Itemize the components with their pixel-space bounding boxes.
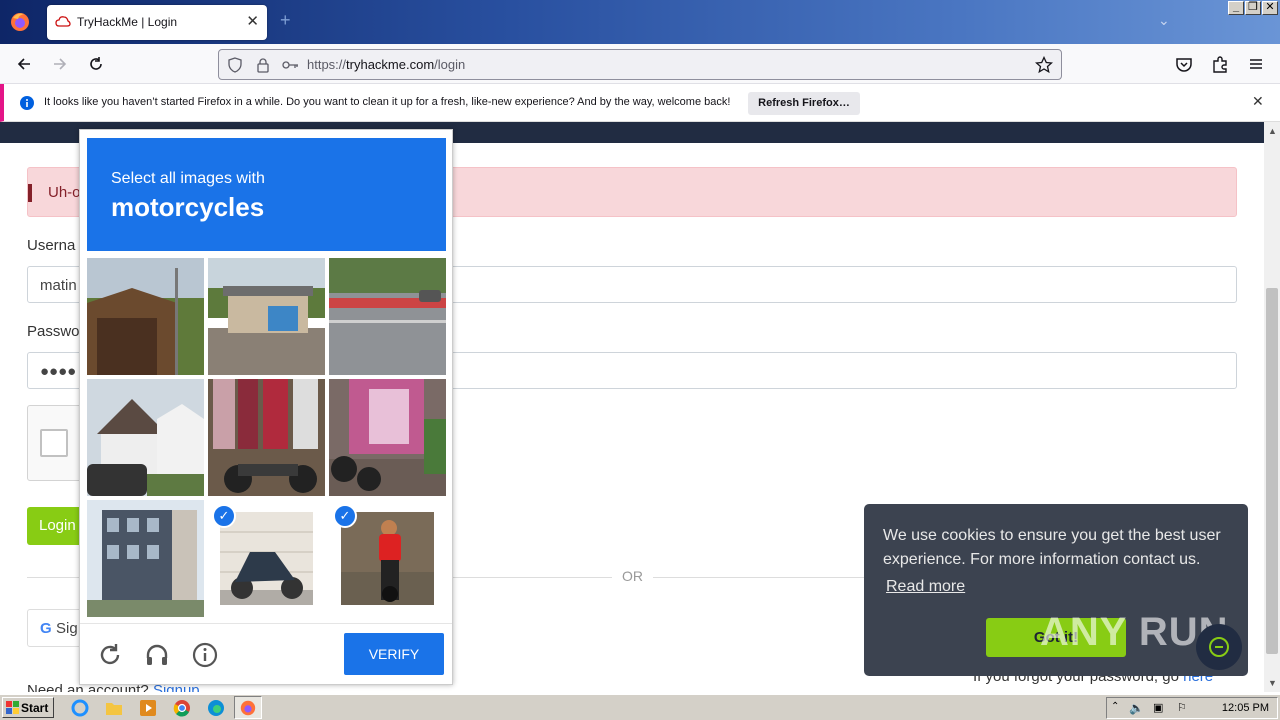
page-scrollbar[interactable]: ▲ ▼ xyxy=(1264,122,1280,692)
password-label: Passwo xyxy=(27,323,80,340)
edge-icon[interactable] xyxy=(206,698,226,718)
info-challenge-icon[interactable] xyxy=(192,642,218,668)
bookmark-star-icon[interactable] xyxy=(1035,56,1053,74)
url-text: https://tryhackme.com/login xyxy=(307,57,466,72)
tab-title: TryHackMe | Login xyxy=(77,15,178,29)
start-button[interactable]: Start xyxy=(2,697,54,718)
close-window-icon[interactable]: ✕ xyxy=(1262,1,1278,15)
tile-clothing-rack-motorcycle[interactable] xyxy=(208,379,325,496)
system-tray: ⌃ 🔈 ▣ ⚐ 12:05 PM xyxy=(1106,697,1278,719)
scroll-down-icon[interactable]: ▼ xyxy=(1268,678,1277,688)
minimize-window-icon[interactable]: _ xyxy=(1228,1,1244,15)
challenge-header: Select all images with motorcycles xyxy=(87,138,446,251)
close-notification-icon[interactable]: ✕ xyxy=(1252,93,1264,110)
refresh-firefox-button[interactable]: Refresh Firefox… xyxy=(748,92,860,115)
chat-icon xyxy=(1209,637,1229,657)
new-tab-icon[interactable]: + xyxy=(280,10,291,31)
info-icon xyxy=(20,96,34,110)
tile-house-with-cars[interactable] xyxy=(87,379,204,496)
challenge-footer-divider xyxy=(80,623,452,624)
refresh-challenge-icon[interactable] xyxy=(97,642,123,668)
scroll-up-icon[interactable]: ▲ xyxy=(1268,126,1277,136)
tile-scooter-by-wall[interactable]: ✓ xyxy=(208,500,325,617)
tile-selected-check-icon: ✓ xyxy=(212,504,236,528)
key-icon[interactable] xyxy=(281,57,299,73)
shield-icon[interactable] xyxy=(227,57,243,73)
audio-challenge-icon[interactable] xyxy=(144,642,170,668)
volume-icon[interactable]: 🔈 xyxy=(1129,701,1144,715)
challenge-subject: motorcycles xyxy=(111,192,265,222)
alert-accent xyxy=(28,184,32,202)
firefox-refresh-notification: It looks like you haven’t started Firefo… xyxy=(0,84,1280,122)
ie-icon[interactable] xyxy=(70,698,90,718)
list-all-tabs-icon[interactable]: ⌄ xyxy=(1158,12,1170,29)
cookie-message: We use cookies to ensure you get the bes… xyxy=(883,527,1221,568)
tile-rider-on-motorcycle[interactable]: ✓ xyxy=(329,500,446,617)
tile-parked-motorcycle-shop[interactable] xyxy=(329,379,446,496)
url-bar[interactable]: https://tryhackme.com/login xyxy=(218,49,1062,80)
media-player-icon[interactable] xyxy=(138,698,158,718)
google-signin-label: Sig xyxy=(56,620,78,637)
forward-icon[interactable] xyxy=(50,54,70,74)
app-menu-icon[interactable] xyxy=(1246,54,1266,74)
folder-icon[interactable] xyxy=(104,698,124,718)
browser-tab-strip: TryHackMe | Login ✕ + ⌄ _ ❐ ✕ xyxy=(0,0,1280,44)
tile-highway-barriers[interactable] xyxy=(329,258,446,375)
back-icon[interactable] xyxy=(14,54,34,74)
challenge-prompt: Select all images with xyxy=(111,170,265,187)
notification-message: It looks like you haven’t started Firefo… xyxy=(44,96,731,108)
tile-apartment-building[interactable] xyxy=(87,500,204,617)
hcaptcha-challenge: Select all images with motorcycles ✓ ✓ V… xyxy=(79,129,453,685)
pocket-icon[interactable] xyxy=(1174,54,1194,74)
username-label: Userna xyxy=(27,237,76,254)
tryhackme-favicon-icon xyxy=(55,16,71,27)
lock-icon[interactable] xyxy=(255,57,271,73)
flag-icon[interactable]: ⚐ xyxy=(1177,701,1187,714)
restore-window-icon[interactable]: ❐ xyxy=(1245,1,1261,15)
or-text: OR xyxy=(612,568,653,584)
windows-taskbar: Start ⌃ 🔈 ▣ ⚐ 12:05 PM xyxy=(0,694,1280,720)
scrollbar-thumb[interactable] xyxy=(1266,288,1278,654)
firefox-icon xyxy=(240,700,256,716)
verify-button[interactable]: VERIFY xyxy=(344,633,444,675)
tab-tryhackme-login[interactable]: TryHackMe | Login ✕ xyxy=(47,5,267,40)
network-icon[interactable]: ▣ xyxy=(1153,701,1163,714)
tile-selected-check-icon: ✓ xyxy=(333,504,357,528)
hcaptcha-checkbox[interactable] xyxy=(40,429,68,457)
browser-nav-bar: https://tryhackme.com/login xyxy=(0,44,1280,84)
chrome-icon[interactable] xyxy=(172,698,192,718)
tile-roadside-shop[interactable] xyxy=(208,258,325,375)
tile-wooden-shed[interactable] xyxy=(87,258,204,375)
read-more-link[interactable]: Read more xyxy=(886,578,965,596)
firefox-logo-icon[interactable] xyxy=(8,10,32,34)
windows-logo-icon xyxy=(6,701,19,714)
taskbar-clock: 12:05 PM xyxy=(1221,702,1269,714)
google-g-icon: G xyxy=(40,620,52,637)
help-chat-bubble[interactable] xyxy=(1196,624,1242,670)
alert-text: Uh-o xyxy=(48,184,81,201)
close-tab-icon[interactable]: ✕ xyxy=(246,12,259,30)
reload-icon[interactable] xyxy=(86,54,106,74)
tray-expand-icon[interactable]: ⌃ xyxy=(1111,701,1119,712)
firefox-taskbar-button[interactable] xyxy=(234,696,262,719)
extensions-icon[interactable] xyxy=(1210,54,1230,74)
